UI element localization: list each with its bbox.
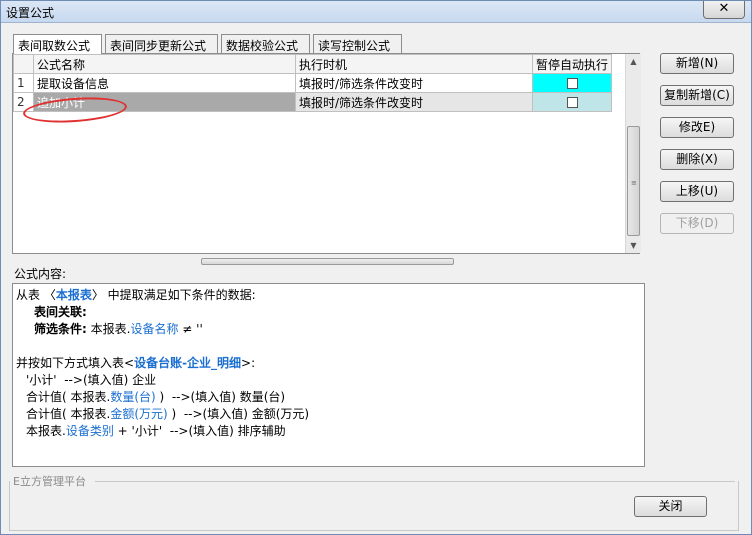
grip-icon: ≡ (631, 179, 637, 187)
content-line: 合计值( 本报表.数量(台) ) -->(填入值) 数量(台) (26, 390, 286, 404)
formula-table: 公式名称 执行时机 暂停自动执行 1 提取设备信息 填报时/筛选条件改变时 2 … (13, 54, 613, 112)
content-line: 并按如下方式填入表<设备台账-企业_明细>: (16, 356, 256, 370)
tab-read-write-control-formula[interactable]: 读写控制公式 (313, 34, 402, 53)
move-up-button[interactable]: 上移(U) (660, 181, 734, 202)
pause-checkbox[interactable] (566, 78, 578, 89)
content-line: 筛选条件: 本报表.设备名称 ≠ '' (34, 322, 203, 336)
formula-content-box: 从表 〈本报表〉 中提取满足如下条件的数据: 表间关联: 筛选条件: 本报表.设… (12, 283, 645, 467)
content-line: 从表 〈本报表〉 中提取满足如下条件的数据: (16, 288, 256, 302)
formula-settings-dialog: 设置公式 ✕ 表间取数公式 表间同步更新公式 数据校验公式 读写控制公式 公式名… (0, 0, 752, 535)
table-row[interactable]: 1 提取设备信息 填报时/筛选条件改变时 (13, 73, 613, 93)
formula-name-cell[interactable]: 追加小计 (33, 92, 296, 112)
horizontal-scrollbar[interactable] (201, 258, 454, 265)
content-line: 合计值( 本报表.金额(万元) ) -->(填入值) 金额(万元) (26, 407, 310, 421)
row-number: 1 (13, 73, 34, 93)
content-line: 本报表.设备类别 + '小计' -->(填入值) 排序辅助 (26, 424, 286, 438)
timing-cell[interactable]: 填报时/筛选条件改变时 (295, 92, 533, 112)
timing-cell[interactable]: 填报时/筛选条件改变时 (295, 73, 533, 93)
row-number-header (13, 54, 34, 74)
copy-add-button[interactable]: 复制新增(C) (660, 85, 734, 106)
edit-button[interactable]: 修改E) (660, 117, 734, 138)
column-header-name[interactable]: 公式名称 (33, 54, 296, 74)
scroll-down-icon[interactable]: ▼ (626, 238, 641, 253)
formula-grid: 公式名称 执行时机 暂停自动执行 1 提取设备信息 填报时/筛选条件改变时 2 … (12, 53, 641, 254)
content-line: 表间关联: (34, 305, 87, 319)
scroll-thumb[interactable]: ≡ (627, 126, 640, 236)
formula-content-label: 公式内容: (14, 267, 67, 281)
move-down-button[interactable]: 下移(D) (660, 213, 734, 234)
pause-cell[interactable] (531, 92, 613, 112)
footer-frame (9, 481, 739, 531)
add-button[interactable]: 新增(N) (660, 53, 734, 74)
table-header-row: 公式名称 执行时机 暂停自动执行 (13, 54, 613, 74)
footer-divider (95, 481, 735, 482)
platform-label: E立方管理平台 (13, 475, 86, 488)
tab-table-fetch-formula[interactable]: 表间取数公式 (13, 34, 102, 54)
pause-checkbox[interactable] (566, 97, 578, 108)
pause-cell[interactable] (531, 73, 613, 93)
close-icon[interactable]: ✕ (703, 1, 745, 19)
content-blank-line (16, 338, 641, 355)
row-number: 2 (13, 92, 34, 112)
vertical-scrollbar[interactable]: ▲ ≡ ▼ (625, 54, 641, 253)
content-line: '小计' -->(填入值) 企业 (26, 373, 157, 387)
tab-sync-update-formula[interactable]: 表间同步更新公式 (105, 34, 218, 53)
column-header-pause[interactable]: 暂停自动执行 (531, 54, 613, 74)
tab-data-validation-formula[interactable]: 数据校验公式 (221, 34, 310, 53)
column-header-timing[interactable]: 执行时机 (295, 54, 533, 74)
window-title: 设置公式 (6, 6, 55, 20)
table-row[interactable]: 2 追加小计 填报时/筛选条件改变时 (13, 92, 613, 112)
close-button[interactable]: 关闭 (634, 496, 707, 517)
title-bar: 设置公式 ✕ (1, 1, 751, 23)
formula-name-cell[interactable]: 提取设备信息 (33, 73, 296, 93)
scroll-up-icon[interactable]: ▲ (626, 54, 641, 69)
delete-button[interactable]: 删除(X) (660, 149, 734, 170)
